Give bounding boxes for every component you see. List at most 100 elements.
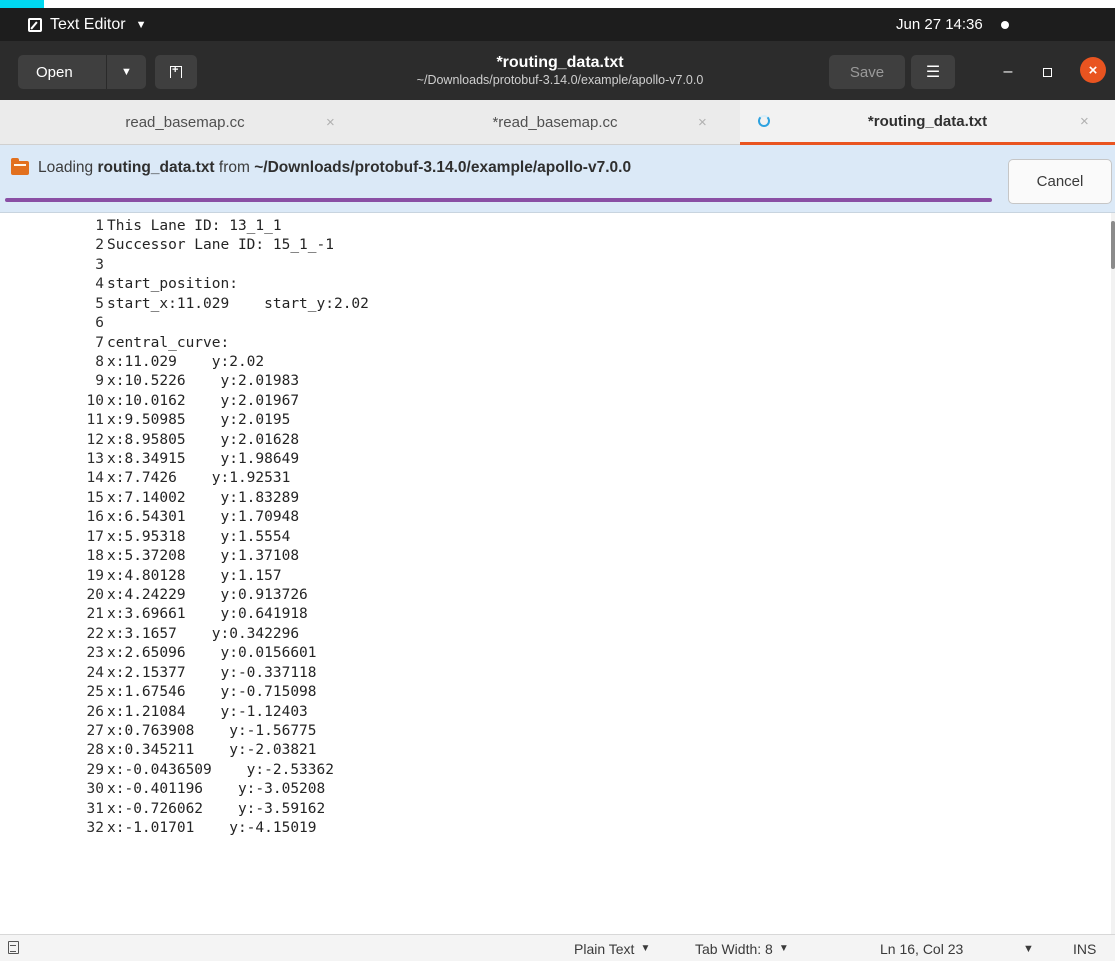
code-line: 4 start_position: (0, 275, 238, 294)
tab-width-selector[interactable]: Tab Width: 8 ▼ (695, 935, 789, 962)
line-number: 16 (86, 509, 104, 526)
document-title: *routing_data.txt (496, 54, 624, 71)
cancel-button[interactable]: Cancel (1008, 159, 1112, 204)
clock-label: Jun 27 14:36 (896, 16, 983, 33)
tab-close-icon[interactable]: × (698, 114, 707, 131)
line-text: x:7.14002 y:1.83289 (107, 489, 300, 506)
code-line: 24 x:2.15377 y:-0.337118 (0, 664, 317, 683)
line-text: x:2.65096 y:0.0156601 (107, 645, 317, 662)
code-line: 17 x:5.95318 y:1.5554 (0, 528, 291, 547)
line-number: 30 (86, 781, 104, 798)
text-editor-icon (28, 17, 42, 32)
tab-read-basemap[interactable]: read_basemap.cc × (0, 100, 370, 145)
tab-close-icon[interactable]: × (326, 114, 335, 131)
tab-label: *read_basemap.cc (492, 114, 618, 131)
code-line: 16 x:6.54301 y:1.70948 (0, 508, 300, 527)
line-number: 26 (86, 703, 104, 720)
tab-bar: read_basemap.cc × *read_basemap.cc × *ro… (0, 100, 1115, 145)
code-line: 12 x:8.95805 y:2.01628 (0, 431, 300, 450)
tab-label: read_basemap.cc (125, 114, 245, 131)
minimize-button[interactable]: – (991, 55, 1025, 89)
cursor-position[interactable]: Ln 16, Col 23 (880, 935, 963, 962)
status-bar: Plain Text ▼ Tab Width: 8 ▼ Ln 16, Col 2… (0, 934, 1115, 961)
tab-routing-data[interactable]: *routing_data.txt × (740, 100, 1115, 145)
line-number: 29 (86, 761, 104, 778)
caret-down-icon: ▼ (640, 943, 651, 954)
code-line: 21 x:3.69661 y:0.641918 (0, 605, 308, 624)
line-text: x:8.95805 y:2.01628 (107, 431, 300, 448)
close-window-button[interactable]: × (1080, 57, 1106, 83)
code-line: 30 x:-0.401196 y:-3.05208 (0, 780, 326, 799)
line-text: This Lane ID: 13_1_1 (107, 218, 282, 234)
code-line: 20 x:4.24229 y:0.913726 (0, 586, 308, 605)
language-selector[interactable]: Plain Text ▼ (574, 935, 650, 962)
language-label: Plain Text (574, 940, 635, 957)
line-text: x:10.5226 y:2.01983 (107, 373, 300, 390)
line-number: 15 (86, 489, 104, 506)
open-button[interactable]: Open ▼ (18, 55, 146, 89)
code-line: 13 x:8.34915 y:1.98649 (0, 450, 300, 469)
position-dropdown[interactable]: ▼ (1023, 935, 1034, 962)
line-text: x:5.37208 y:1.37108 (107, 548, 300, 565)
line-number: 22 (86, 625, 104, 642)
code-line: 1 This Lane ID: 13_1_1 (0, 217, 282, 236)
code-line: 26 x:1.21084 y:-1.12403 (0, 703, 308, 722)
tab-width-label: Tab Width: 8 (695, 940, 773, 957)
app-menu[interactable]: Text Editor ▼ (28, 8, 146, 41)
code-line: 15 x:7.14002 y:1.83289 (0, 489, 300, 508)
line-text: x:-0.0436509 y:-2.53362 (107, 761, 334, 778)
clock[interactable]: Jun 27 14:36 (896, 8, 1009, 41)
line-number: 31 (86, 800, 104, 817)
code-line: 18 x:5.37208 y:1.37108 (0, 547, 300, 566)
insert-mode: INS (1073, 935, 1096, 962)
line-text: x:-1.01701 y:-4.15019 (107, 820, 317, 837)
line-text: x:5.95318 y:1.5554 (107, 528, 291, 545)
line-number: 2 (95, 237, 104, 254)
line-text: x:4.80128 y:1.157 (107, 567, 282, 584)
code-line: 31 x:-0.726062 y:-3.59162 (0, 800, 326, 819)
code-line: 29 x:-0.0436509 y:-2.53362 (0, 761, 334, 780)
line-text: x:6.54301 y:1.70948 (107, 509, 300, 526)
line-text: x:0.763908 y:-1.56775 (107, 722, 317, 739)
line-number: 25 (86, 684, 104, 701)
loading-dir: ~/Downloads/protobuf-3.14.0/example/apol… (254, 159, 632, 176)
line-number: 5 (95, 295, 104, 312)
line-text: x:3.69661 y:0.641918 (107, 606, 308, 623)
text-editor-area[interactable]: 1 This Lane ID: 13_1_1 2 Successor Lane ID:… (0, 213, 1111, 934)
code-line: 28 x:0.345211 y:-2.03821 (0, 741, 317, 760)
code-line: 19 x:4.80128 y:1.157 (0, 567, 282, 586)
line-number: 28 (86, 742, 104, 759)
line-number: 9 (95, 373, 104, 390)
line-text: start_x:11.029 start_y:2.02 (107, 295, 369, 312)
scrollbar-thumb[interactable] (1111, 221, 1115, 269)
line-text: x:10.0162 y:2.01967 (107, 392, 300, 409)
code-line: 3 (0, 256, 107, 275)
tab-close-icon[interactable]: × (1080, 113, 1089, 130)
new-tab-button[interactable] (155, 55, 197, 89)
document-path: ~/Downloads/protobuf-3.14.0/example/apol… (416, 73, 704, 87)
line-number: 13 (86, 451, 104, 468)
line-number: 19 (86, 567, 104, 584)
document-map-icon[interactable] (8, 941, 19, 954)
loading-progress-bar (5, 198, 992, 202)
caret-down-icon: ▼ (1023, 942, 1034, 955)
vertical-scrollbar[interactable] (1111, 213, 1115, 934)
minimize-icon: – (1003, 63, 1013, 80)
header-bar: Open ▼ *routing_data.txt ~/Downloads/pro… (0, 41, 1115, 100)
code-line: 27 x:0.763908 y:-1.56775 (0, 722, 317, 741)
line-number: 4 (95, 276, 104, 293)
code-line: 22 x:3.1657 y:0.342296 (0, 625, 300, 644)
loading-prefix: Loading (38, 159, 98, 176)
line-text: x:-0.401196 y:-3.05208 (107, 781, 326, 798)
line-text: Successor Lane ID: 15_1_-1 (107, 237, 334, 254)
main-menu-button[interactable]: ☰ (911, 55, 955, 89)
app-menu-label: Text Editor (50, 15, 126, 33)
maximize-button[interactable] (1030, 55, 1064, 89)
line-number: 10 (86, 392, 104, 409)
open-dropdown-icon[interactable]: ▼ (107, 66, 146, 78)
window-title-area: *routing_data.txt ~/Downloads/protobuf-3… (360, 54, 760, 88)
line-number: 27 (86, 722, 104, 739)
save-button[interactable]: Save (829, 55, 905, 89)
line-number: 6 (95, 315, 104, 332)
tab-read-basemap-modified[interactable]: *read_basemap.cc × (370, 100, 740, 145)
